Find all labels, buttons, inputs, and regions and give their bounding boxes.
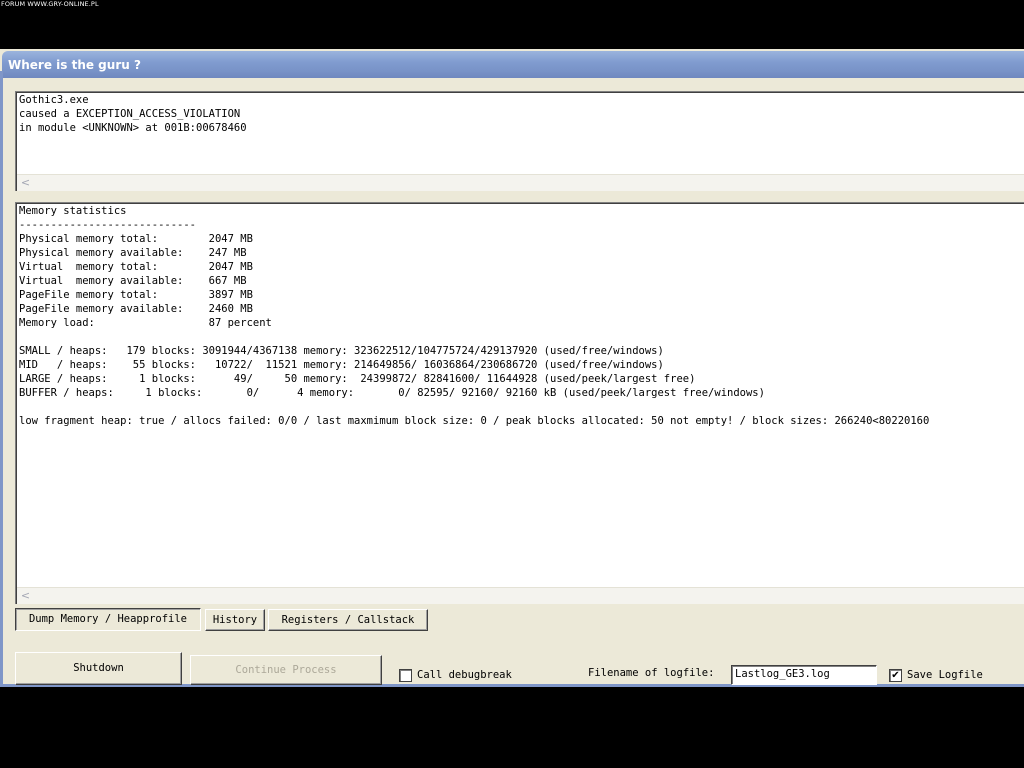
window-title: Where is the guru ? bbox=[8, 58, 141, 72]
save-logfile-checkbox[interactable]: ✔ bbox=[889, 669, 902, 682]
shutdown-button[interactable]: Shutdown bbox=[15, 652, 182, 685]
dump-memory-heapprofile-button[interactable]: Dump Memory / Heapprofile bbox=[15, 608, 201, 631]
check-mark-icon: ✔ bbox=[891, 670, 900, 681]
history-button[interactable]: History bbox=[205, 609, 265, 631]
watermark-text: FORUM WWW.GRY-ONLINE.PL bbox=[1, 0, 99, 8]
save-logfile-label: Save Logfile bbox=[907, 669, 983, 681]
call-debugbreak-label: Call debugbreak bbox=[417, 669, 512, 681]
logfile-name-input[interactable]: Lastlog_GE3.log bbox=[731, 665, 877, 685]
memory-statistics-horizontal-scrollbar[interactable]: < bbox=[17, 587, 1024, 604]
continue-process-button[interactable]: Continue Process bbox=[190, 655, 382, 685]
scroll-left-arrow-icon[interactable]: < bbox=[18, 589, 33, 602]
scroll-left-arrow-icon[interactable]: < bbox=[18, 176, 33, 189]
guru-dialog-window: Where is the guru ? Gothic3.exe caused a… bbox=[0, 49, 1024, 687]
call-debugbreak-checkbox[interactable] bbox=[399, 669, 412, 682]
memory-statistics-text: Memory statistics ----------------------… bbox=[19, 205, 930, 427]
exception-info-horizontal-scrollbar[interactable]: < bbox=[17, 174, 1024, 191]
title-bar[interactable]: Where is the guru ? bbox=[2, 51, 1024, 78]
registers-callstack-button[interactable]: Registers / Callstack bbox=[268, 609, 428, 631]
logfile-name-label: Filename of logfile: bbox=[588, 667, 715, 679]
memory-statistics-box[interactable]: Memory statistics ----------------------… bbox=[15, 202, 1024, 604]
exception-info-box[interactable]: Gothic3.exe caused a EXCEPTION_ACCESS_VI… bbox=[15, 91, 1024, 191]
window-frame-left bbox=[0, 71, 3, 687]
exception-info-text: Gothic3.exe caused a EXCEPTION_ACCESS_VI… bbox=[19, 94, 247, 134]
